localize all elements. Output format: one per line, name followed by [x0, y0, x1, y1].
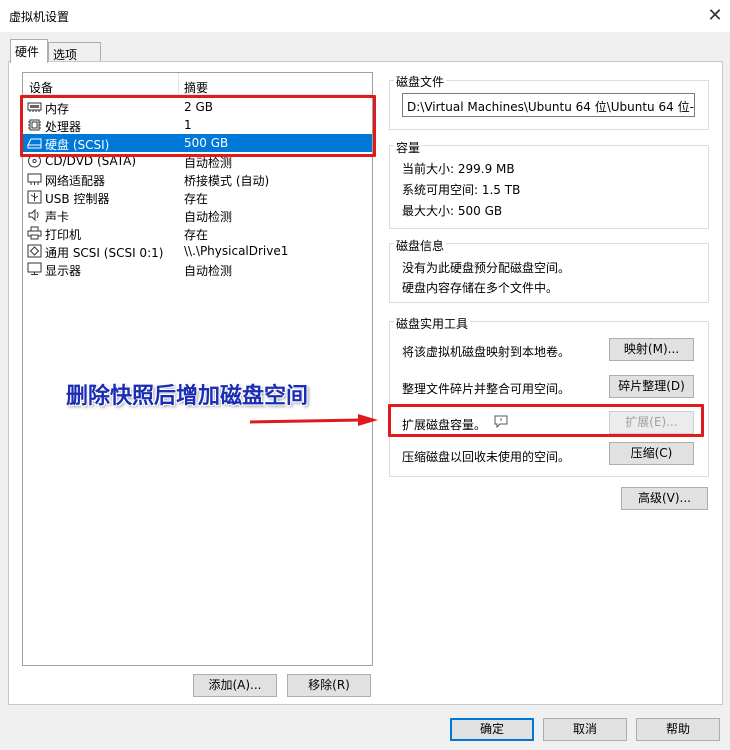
tab-hardware[interactable]: 硬件: [10, 39, 48, 63]
usb-icon: [27, 190, 42, 204]
group-label-disk-file: 磁盘文件: [394, 73, 447, 90]
generic-scsi-icon: [27, 244, 42, 258]
device-summary: 自动检测: [184, 210, 233, 224]
capacity-max-size: 最大大小: 500 GB: [402, 204, 503, 218]
title-bar: 虚拟机设置 ✕: [0, 0, 730, 32]
column-header-device[interactable]: 设备: [29, 79, 53, 96]
device-summary: 存在: [184, 192, 209, 206]
device-name: 网络适配器: [45, 174, 106, 188]
device-name: USB 控制器: [45, 192, 110, 206]
device-name: 显示器: [45, 264, 82, 278]
ok-button[interactable]: 确定: [450, 718, 534, 741]
capacity-current-size: 当前大小: 299.9 MB: [402, 162, 515, 176]
annotation-text: 删除快照后增加磁盘空间: [66, 384, 309, 409]
device-summary: 存在: [184, 228, 209, 242]
device-name: 打印机: [45, 228, 82, 242]
device-row-display[interactable]: 显示器 自动检测: [23, 260, 372, 278]
disk-info-storage: 硬盘内容存储在多个文件中。: [402, 281, 559, 295]
group-label-disk-info: 磁盘信息: [394, 237, 447, 254]
device-summary: 自动检测: [184, 264, 233, 278]
tab-options[interactable]: 选项: [48, 42, 101, 62]
device-name: 通用 SCSI (SCSI 0:1): [45, 246, 164, 260]
advanced-button[interactable]: 高级(V)...: [621, 487, 708, 510]
window-title: 虚拟机设置: [9, 10, 70, 24]
annotation-arrow-icon: [250, 414, 378, 426]
group-label-disk-utilities: 磁盘实用工具: [394, 315, 471, 332]
disk-file-path-input[interactable]: D:\Virtual Machines\Ubuntu 64 位\Ubuntu 6…: [402, 93, 695, 117]
device-summary: 桥接模式 (自动): [184, 174, 270, 188]
close-icon[interactable]: ✕: [703, 4, 727, 28]
map-button[interactable]: 映射(M)...: [609, 338, 694, 361]
device-row-sound-card[interactable]: 声卡 自动检测: [23, 206, 372, 224]
add-device-button[interactable]: 添加(A)...: [193, 674, 277, 697]
compact-description: 压缩磁盘以回收未使用的空间。: [402, 450, 571, 464]
group-label-capacity: 容量: [394, 139, 423, 156]
display-icon: [27, 262, 42, 275]
column-separator[interactable]: [178, 73, 179, 95]
disk-info-preallocation: 没有为此硬盘预分配磁盘空间。: [402, 261, 571, 275]
defragment-button[interactable]: 碎片整理(D): [609, 375, 694, 398]
highlight-box-expand: [388, 404, 704, 437]
printer-icon: [27, 226, 42, 240]
cancel-button[interactable]: 取消: [543, 718, 627, 741]
device-name: 声卡: [45, 210, 70, 224]
device-row-usb-controller[interactable]: USB 控制器 存在: [23, 188, 372, 206]
capacity-available-space: 系统可用空间: 1.5 TB: [402, 183, 521, 197]
device-list[interactable]: 设备 摘要 内存 2 GB 处理器 1 硬盘 (SCSI) 500 GB CD/…: [22, 72, 373, 666]
device-list-header: 设备 摘要: [23, 73, 372, 95]
column-header-summary[interactable]: 摘要: [184, 79, 208, 96]
highlight-box-devices: [20, 95, 376, 157]
sound-card-icon: [28, 208, 39, 222]
help-button[interactable]: 帮助: [636, 718, 720, 741]
device-row-generic-scsi[interactable]: 通用 SCSI (SCSI 0:1) \\.\PhysicalDrive1: [23, 242, 372, 260]
device-row-network-adapter[interactable]: 网络适配器 桥接模式 (自动): [23, 170, 372, 188]
map-description: 将该虚拟机磁盘映射到本地卷。: [402, 345, 571, 359]
device-summary: \\.\PhysicalDrive1: [184, 244, 289, 258]
remove-device-button[interactable]: 移除(R): [287, 674, 371, 697]
compact-button[interactable]: 压缩(C): [609, 442, 694, 465]
device-row-printer[interactable]: 打印机 存在: [23, 224, 372, 242]
defrag-description: 整理文件碎片并整合可用空间。: [402, 382, 571, 396]
network-adapter-icon: [27, 173, 42, 185]
